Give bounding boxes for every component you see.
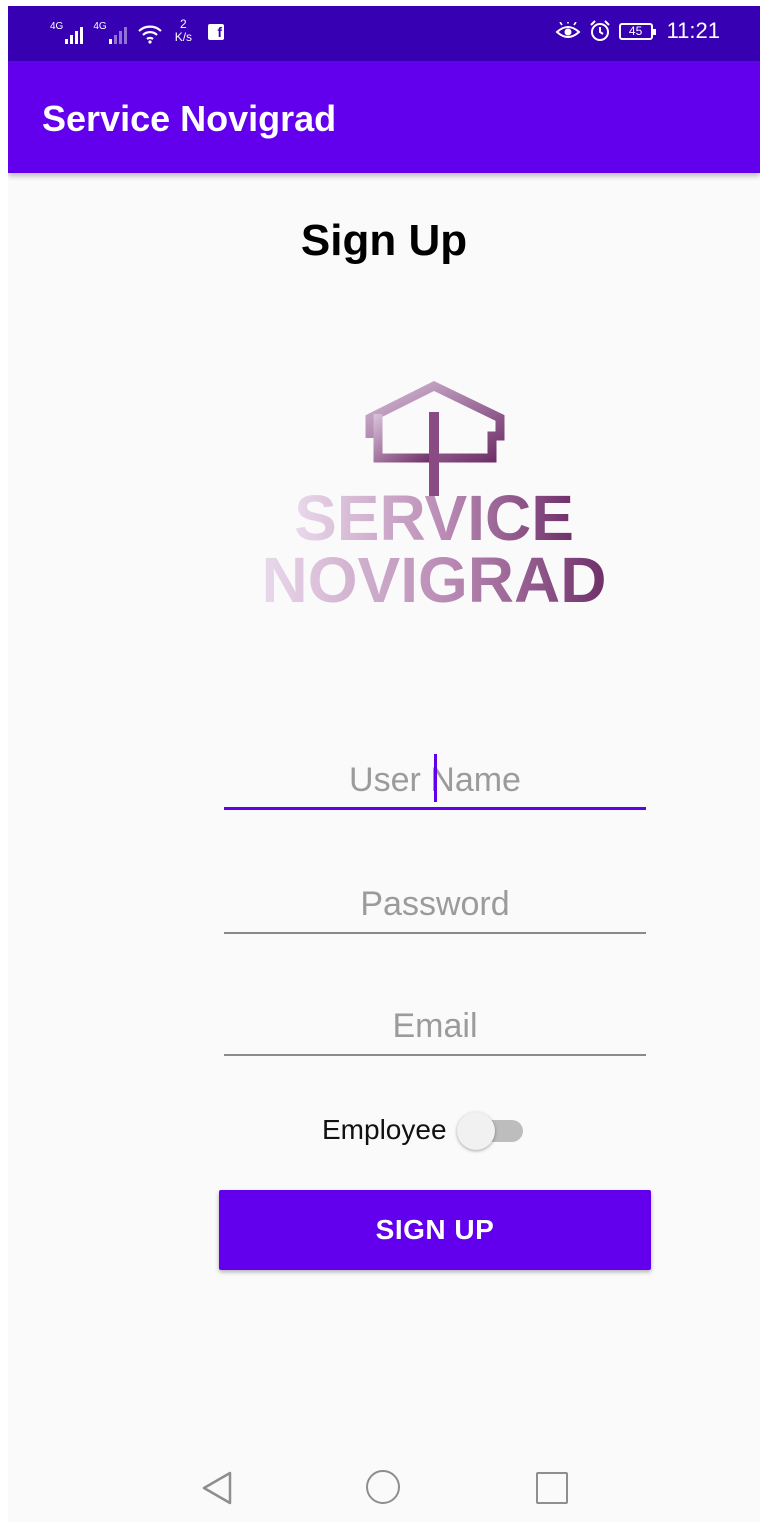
- sign-up-button[interactable]: SIGN UP: [219, 1190, 651, 1270]
- house-icon: [365, 380, 505, 496]
- recents-icon[interactable]: [536, 1472, 568, 1504]
- email-input[interactable]: [224, 1004, 646, 1048]
- password-input[interactable]: [224, 882, 646, 926]
- username-field[interactable]: [224, 750, 646, 810]
- app-bar: Service Novigrad: [8, 61, 760, 173]
- service-novigrad-logo: SERVICE NOVIGRAD: [262, 380, 607, 616]
- status-left: 4G 4G 2 K/s f: [50, 18, 225, 44]
- wifi-icon: [137, 25, 162, 44]
- alarm-icon: [589, 20, 610, 41]
- text-caret: [434, 754, 437, 802]
- signal-icon: 4G: [50, 21, 84, 44]
- network-type: 4G: [50, 21, 64, 32]
- network-type: 4G: [93, 21, 107, 32]
- switch-thumb[interactable]: [456, 1112, 495, 1150]
- eye-comfort-icon: [555, 22, 581, 38]
- back-icon[interactable]: [200, 1470, 234, 1506]
- email-field[interactable]: [224, 996, 646, 1056]
- signal-icon: 4G: [93, 21, 127, 44]
- employee-label: Employee: [322, 1114, 447, 1145]
- navigation-bar: [8, 1448, 760, 1522]
- home-icon[interactable]: [366, 1470, 400, 1504]
- phone-screen: 4G 4G 2 K/s f 45 11:21 Service Novigrad …: [8, 6, 760, 1522]
- battery-icon: 45: [618, 22, 656, 40]
- employee-switch[interactable]: [456, 1110, 525, 1150]
- page-title: Sign Up: [300, 216, 468, 265]
- network-speed: 2 K/s: [175, 18, 192, 44]
- app-title: Service Novigrad: [42, 98, 337, 139]
- clock: 11:21: [666, 18, 720, 43]
- password-field[interactable]: [224, 874, 646, 934]
- status-right: 45 11:21: [555, 18, 720, 44]
- status-bar: 4G 4G 2 K/s f 45 11:21: [8, 6, 760, 61]
- battery-level: 45: [628, 23, 643, 38]
- facebook-icon: f: [208, 24, 225, 40]
- employee-switch-row: Employee: [322, 1110, 525, 1150]
- logo-line-2: NOVIGRAD: [262, 544, 607, 616]
- speed-unit: K/s: [174, 30, 193, 44]
